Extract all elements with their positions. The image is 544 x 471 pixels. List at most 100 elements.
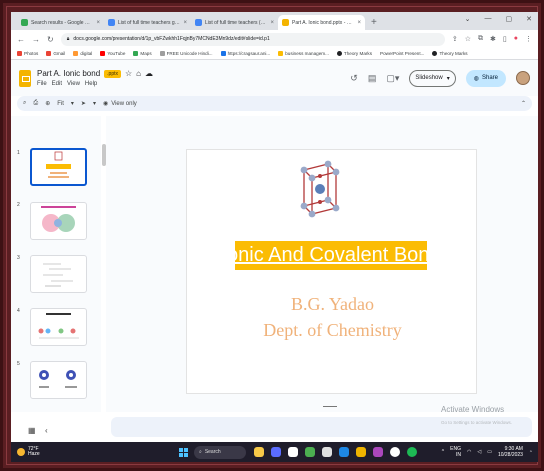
browser-tab-active[interactable]: Part A. Ionic bond.pptx - Google × <box>278 15 365 30</box>
back-arrow-icon[interactable]: ← <box>17 35 25 44</box>
task-view-icon[interactable] <box>271 447 281 457</box>
bookmark-item[interactable]: Gmail <box>46 51 65 56</box>
bookmark-label: FREE Unicode Hindi... <box>166 51 213 56</box>
close-icon[interactable]: × <box>357 20 361 26</box>
spotify-icon[interactable] <box>407 447 417 457</box>
volume-icon[interactable]: ◁ <box>477 449 481 455</box>
url-input[interactable]: 🔒︎ docs.google.com/presentation/d/1p_vbF… <box>60 32 445 46</box>
comments-icon[interactable]: ▤ <box>368 73 377 84</box>
move-folder-icon[interactable]: ⌂ <box>136 69 141 78</box>
view-only-indicator[interactable]: ◉ View only <box>103 100 137 108</box>
bookmark-label: digital <box>80 51 93 56</box>
bookmark-item[interactable]: FREE Unicode Hindi... <box>159 51 213 56</box>
slideshow-button[interactable]: Slideshow ▾ <box>409 69 456 87</box>
menu-kebab-icon[interactable]: ⋮ <box>525 35 532 43</box>
file-explorer-icon[interactable] <box>356 447 366 457</box>
slide-thumbnail[interactable] <box>30 308 87 346</box>
browser-tab[interactable]: Search results - Google Drive × <box>17 15 104 30</box>
collapse-toolbar-icon[interactable]: ⌃ <box>521 100 526 107</box>
doc-title[interactable]: Part A. Ionic bond <box>37 69 100 78</box>
notification-icon[interactable]: ◔ <box>529 449 532 455</box>
avatar[interactable] <box>516 71 530 85</box>
bookmark-item[interactable]: Maps <box>133 51 152 56</box>
close-icon[interactable]: × <box>96 20 100 26</box>
wifi-icon[interactable]: ◠ <box>467 449 471 455</box>
slides-logo-icon[interactable] <box>19 69 31 87</box>
bookmark-item[interactable]: Photos <box>17 51 38 56</box>
menu-view[interactable]: View <box>67 81 80 87</box>
thumb-content <box>46 151 71 178</box>
store-icon[interactable] <box>339 447 349 457</box>
widgets-icon[interactable] <box>254 447 264 457</box>
weather-widget[interactable]: 72°F Haze <box>17 447 147 457</box>
chevron-down-icon[interactable]: ▾ <box>71 100 74 107</box>
zoom-select[interactable]: Fit <box>57 101 64 107</box>
maximize-button[interactable]: ▢ <box>506 15 513 23</box>
menu-edit[interactable]: Edit <box>52 81 62 87</box>
digital-flag-icon <box>73 51 79 56</box>
browser-tab[interactable]: List of full time teachers google × <box>104 15 191 30</box>
new-tab-button[interactable]: + <box>371 17 377 28</box>
bookmark-item[interactable]: digital <box>73 51 92 56</box>
menu-help[interactable]: Help <box>85 81 97 87</box>
share-page-icon[interactable]: ⇪ <box>452 35 458 43</box>
edge-icon[interactable] <box>305 447 315 457</box>
slide-thumbnail[interactable] <box>30 202 87 240</box>
photos-icon <box>17 51 22 56</box>
activate-windows-subtitle: Go to Settings to activate Windows. <box>441 420 513 425</box>
slide-thumbnail[interactable] <box>30 361 87 399</box>
bookmark-label: Theory Marks <box>439 51 468 56</box>
bookmark-item[interactable]: Theory Marks <box>432 51 468 56</box>
notepad-icon[interactable] <box>322 447 332 457</box>
bookmark-item[interactable]: Theory Marks <box>336 51 372 56</box>
search-menus-icon[interactable]: ⌕ <box>23 100 26 107</box>
sidebar-icon[interactable]: ▯ <box>503 35 507 43</box>
chevron-down-icon[interactable]: ▾ <box>447 75 450 82</box>
close-icon[interactable]: × <box>270 20 274 26</box>
bookmark-item[interactable]: YouTube <box>100 51 125 56</box>
star-icon[interactable]: ☆ <box>125 69 132 78</box>
bookmark-item[interactable]: business managem... <box>278 51 329 56</box>
app-icon[interactable] <box>373 447 383 457</box>
docs-favicon-icon <box>108 19 115 26</box>
forward-arrow-icon[interactable]: → <box>32 35 40 44</box>
taskbar-search[interactable]: ⌕ Search <box>194 445 246 459</box>
chrome-icon[interactable] <box>390 447 400 457</box>
bookmark-star-icon[interactable]: ☆ <box>465 35 471 43</box>
windows-start-icon[interactable] <box>179 447 188 457</box>
profile-icon[interactable]: ● <box>514 35 518 43</box>
bookmarks-bar: Photos Gmail digital YouTube Maps FREE U… <box>11 48 538 60</box>
minimize-button[interactable]: — <box>485 15 492 23</box>
chevron-down-icon[interactable]: ▾ <box>93 100 96 107</box>
grid-view-icon[interactable]: ▦ <box>28 426 36 435</box>
filmstrip: 1 2 3 4 5 <box>11 116 101 412</box>
print-icon[interactable]: ⎙ <box>33 100 38 107</box>
zoom-icon[interactable]: ⊕ <box>45 100 50 107</box>
chevron-up-icon[interactable]: ^ <box>442 449 444 455</box>
bookmark-item[interactable]: https://cragsaur.ani... <box>220 51 270 56</box>
cursor-icon[interactable]: ➤ <box>81 100 86 107</box>
language-indicator[interactable]: ENG IN <box>450 446 461 458</box>
browser-tab[interactable]: List of full time teachers (CTU) × <box>191 15 278 30</box>
toolbar: ⌕ ⎙ ⊕ Fit ▾ ➤ ▾ ◉ View only ⌃ <box>17 96 532 111</box>
bookmark-label: PowerPoint Present... <box>380 51 425 56</box>
close-icon[interactable]: × <box>183 20 187 26</box>
history-icon[interactable]: ↺ <box>350 73 358 84</box>
bookmark-item[interactable]: PowerPoint Present... <box>380 51 424 56</box>
slide-thumbnail[interactable] <box>30 255 87 293</box>
reload-icon[interactable]: ↻ <box>47 35 54 44</box>
clock[interactable]: 9:30 AM 10/28/2023 <box>498 446 523 458</box>
notes-resize-handle[interactable] <box>323 406 337 407</box>
extension-icon[interactable]: ⧉ <box>478 35 483 43</box>
menu-file[interactable]: File <box>37 81 47 87</box>
share-button[interactable]: ◍ Share <box>465 69 506 87</box>
slide-thumbnail[interactable] <box>30 148 87 186</box>
close-window-button[interactable]: ✕ <box>526 15 532 23</box>
tab-search-icon[interactable]: ⌄ <box>465 15 471 23</box>
meet-icon[interactable]: ▢▾ <box>386 73 399 84</box>
collapse-filmstrip-icon[interactable]: ‹ <box>45 426 48 435</box>
extensions-puzzle-icon[interactable]: ✱ <box>490 35 496 43</box>
meet-app-icon[interactable] <box>288 447 298 457</box>
battery-icon[interactable]: ▭ <box>487 449 492 455</box>
weather-text: 72°F Haze <box>28 447 40 457</box>
